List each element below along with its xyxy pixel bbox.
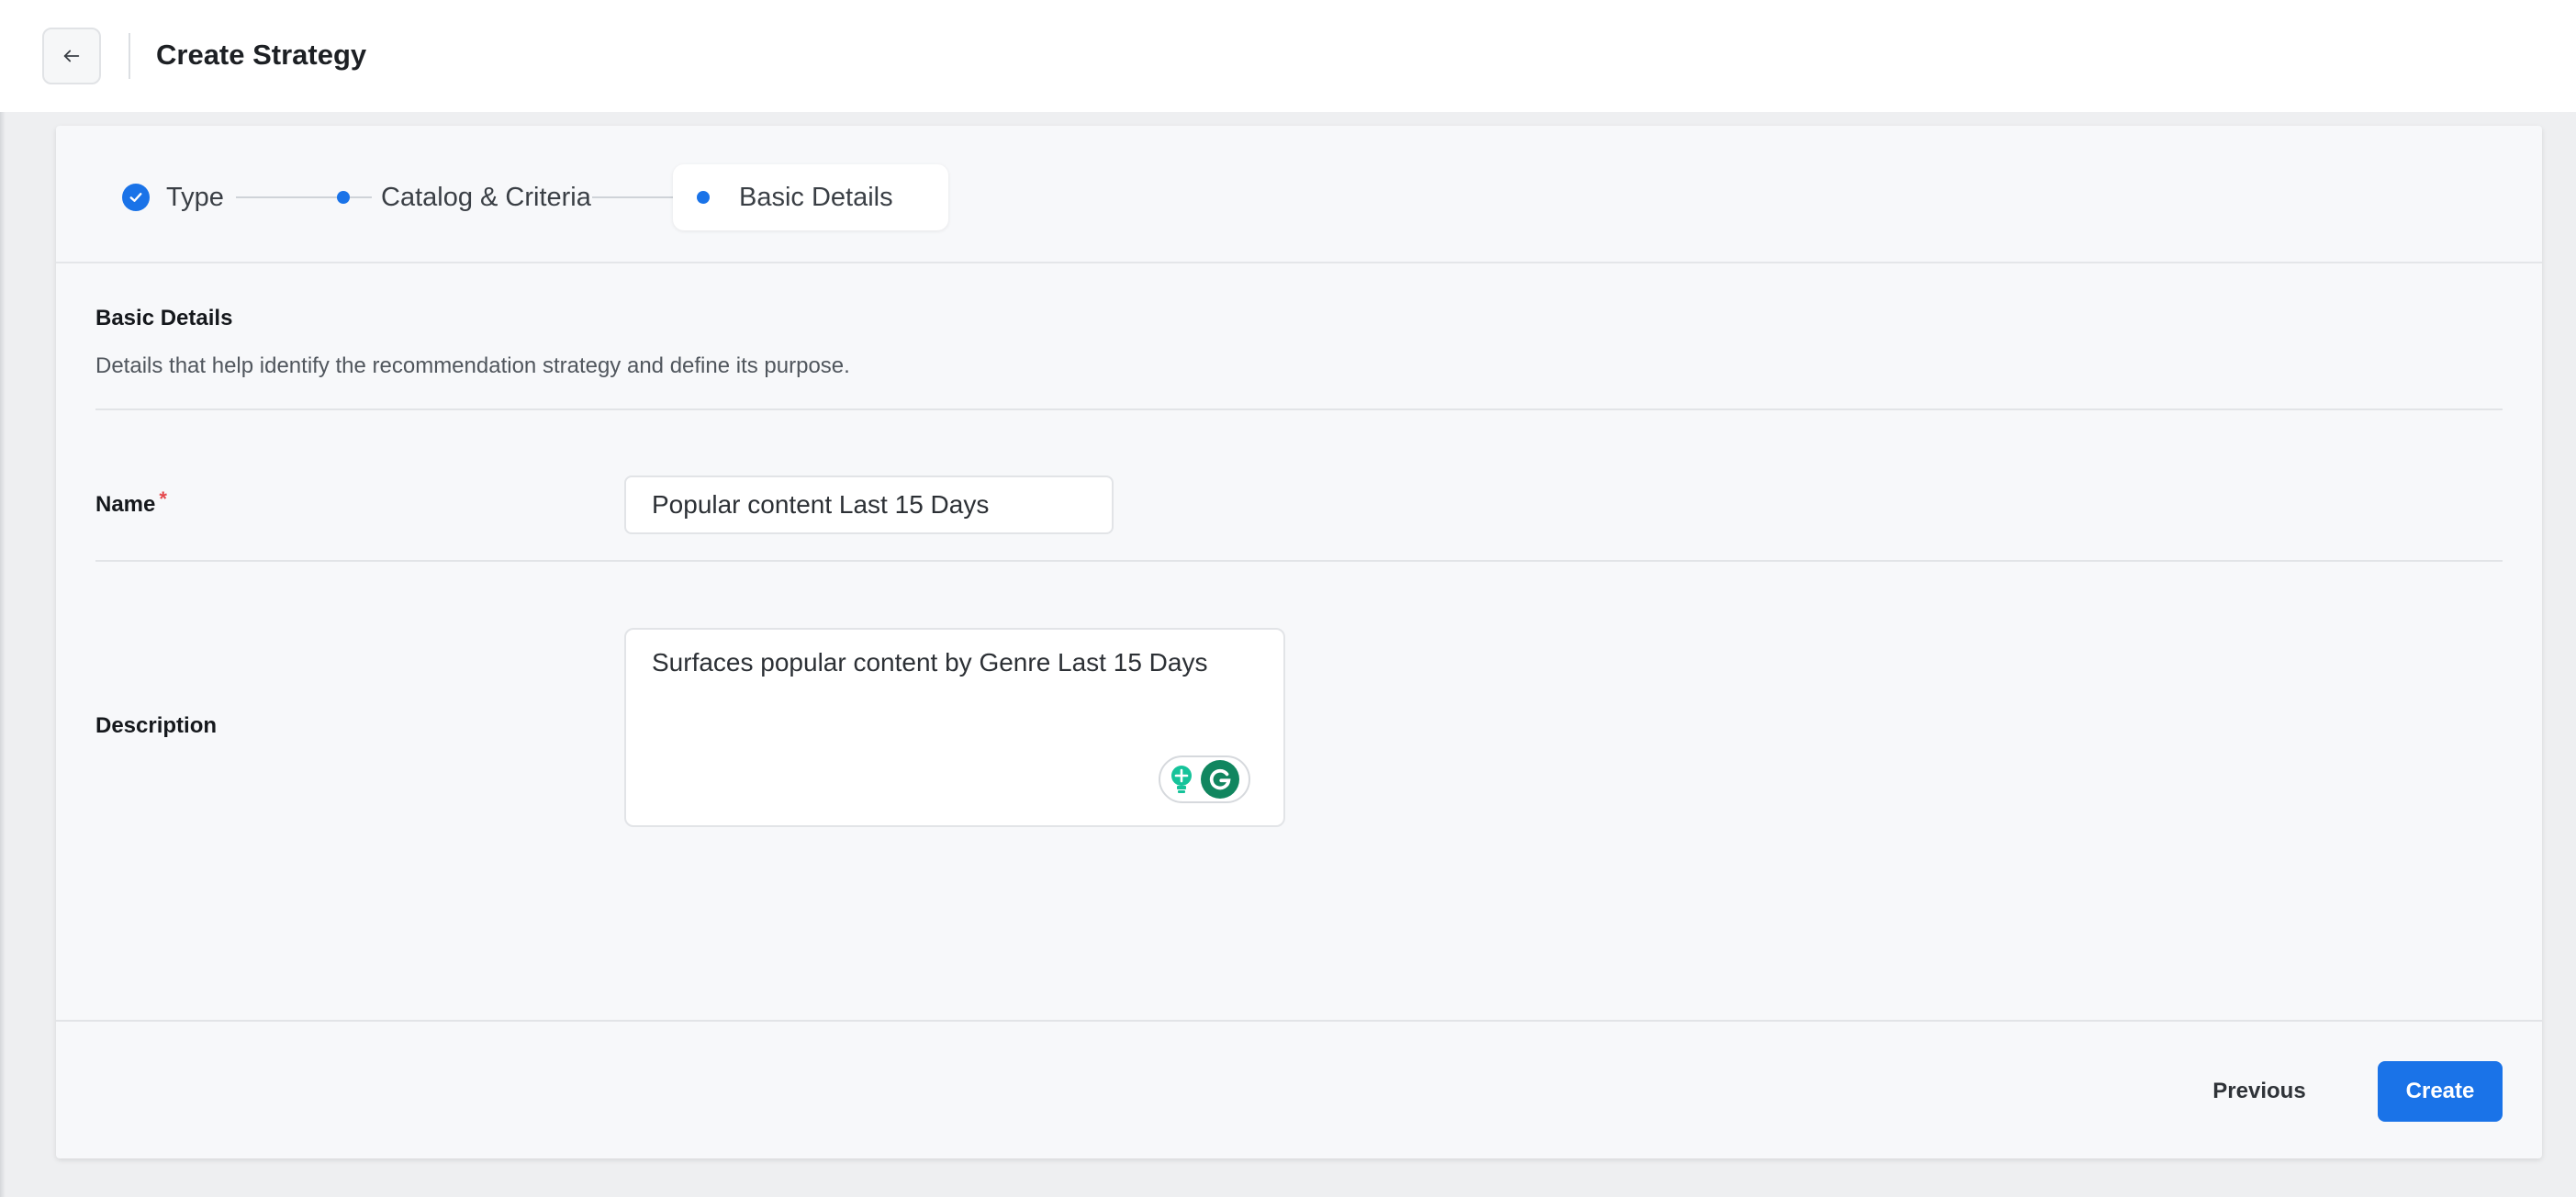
divider <box>95 408 2503 410</box>
page-title: Create Strategy <box>156 39 367 71</box>
create-button[interactable]: Create <box>2378 1061 2503 1122</box>
top-header: Create Strategy <box>0 0 2576 112</box>
step-label: Type <box>166 182 224 212</box>
title-divider <box>129 33 130 79</box>
name-field-label: Name * <box>95 487 167 518</box>
grammarly-widget[interactable] <box>1159 755 1250 803</box>
step-dot-icon <box>697 191 710 204</box>
strategy-form-card: Type Catalog & Criteria Basic Details Ba… <box>56 126 2542 1158</box>
section-title: Basic Details <box>95 306 233 330</box>
step-connector <box>592 196 673 198</box>
step-type[interactable]: Type <box>122 164 224 230</box>
back-button[interactable] <box>42 28 101 84</box>
stepper: Type Catalog & Criteria Basic Details <box>56 126 2542 263</box>
step-label: Basic Details <box>739 182 893 212</box>
name-label-text: Name <box>95 492 156 517</box>
description-field-label: Description <box>95 713 218 738</box>
section-description: Details that help identify the recommend… <box>95 353 850 378</box>
required-mark: * <box>159 487 167 510</box>
divider <box>95 560 2503 562</box>
step-basic-details[interactable]: Basic Details <box>673 164 948 230</box>
step-dot-icon <box>337 191 350 204</box>
window-edge <box>0 0 6 1197</box>
footer-divider <box>56 1020 2542 1022</box>
lightbulb-icon <box>1171 766 1192 793</box>
name-input[interactable] <box>624 475 1114 534</box>
check-circle-icon <box>122 184 150 211</box>
previous-button[interactable]: Previous <box>2195 1062 2324 1121</box>
arrow-left-icon <box>63 50 80 62</box>
step-catalog-criteria[interactable]: Catalog & Criteria <box>337 164 591 230</box>
step-label: Catalog & Criteria <box>381 182 591 212</box>
grammarly-g-icon <box>1201 760 1239 799</box>
